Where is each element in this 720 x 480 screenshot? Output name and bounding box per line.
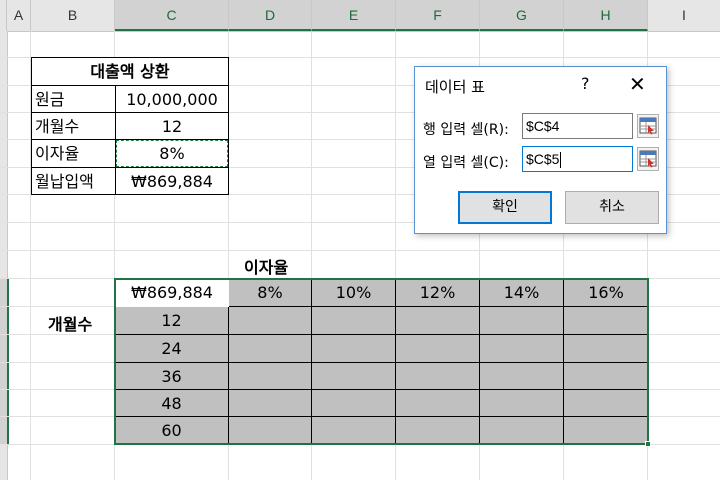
data-table-dialog: 데이터 표 ? ✕ 행 입력 셀(R): $C$4 열 입력 셀(C): $C$… bbox=[414, 66, 667, 234]
rate-axis-label[interactable]: 이자율 bbox=[244, 254, 288, 278]
column-input-field[interactable]: $C$5 bbox=[522, 146, 633, 172]
selection-range-border bbox=[114, 278, 649, 445]
label-principal[interactable]: 원금 bbox=[31, 85, 116, 113]
column-header-b[interactable]: B bbox=[31, 0, 115, 31]
label-interest-rate[interactable]: 이자율 bbox=[31, 139, 116, 168]
row-header-selection bbox=[0, 278, 9, 444]
close-icon[interactable]: ✕ bbox=[629, 72, 646, 96]
months-axis-label[interactable]: 개월수 bbox=[48, 311, 92, 335]
row-input-label: 행 입력 셀(R): bbox=[423, 122, 509, 138]
copy-marquee bbox=[116, 140, 228, 167]
dialog-title: 데이터 표 bbox=[425, 78, 485, 96]
column-range-picker-icon[interactable] bbox=[637, 147, 659, 171]
loan-table-title[interactable]: 대출액 상환 bbox=[31, 57, 229, 86]
row-range-picker-icon[interactable] bbox=[637, 114, 659, 138]
column-header-g[interactable]: G bbox=[480, 0, 564, 31]
row-input-field[interactable]: $C$4 bbox=[522, 113, 633, 139]
column-header-i[interactable]: I bbox=[648, 0, 720, 31]
cancel-button[interactable]: 취소 bbox=[565, 191, 659, 224]
column-header-f[interactable]: F bbox=[396, 0, 480, 31]
column-header-c[interactable]: C bbox=[115, 0, 229, 31]
select-all-corner[interactable] bbox=[0, 0, 7, 31]
column-header-a[interactable]: A bbox=[7, 0, 31, 31]
label-months[interactable]: 개월수 bbox=[31, 112, 116, 140]
value-months[interactable]: 12 bbox=[115, 112, 229, 140]
ok-button[interactable]: 확인 bbox=[458, 191, 552, 224]
column-input-label: 열 입력 셀(C): bbox=[423, 155, 509, 171]
column-header-bar: A B C D E F G H I bbox=[0, 0, 720, 32]
value-monthly-payment[interactable]: ₩869,884 bbox=[115, 167, 229, 195]
column-header-e[interactable]: E bbox=[312, 0, 396, 31]
column-header-h[interactable]: H bbox=[564, 0, 648, 31]
fill-handle[interactable] bbox=[645, 441, 651, 447]
value-principal[interactable]: 10,000,000 bbox=[115, 85, 229, 113]
text-caret bbox=[560, 152, 562, 169]
label-monthly-payment[interactable]: 월납입액 bbox=[31, 167, 116, 195]
help-icon[interactable]: ? bbox=[581, 74, 590, 93]
column-header-d[interactable]: D bbox=[229, 0, 312, 31]
